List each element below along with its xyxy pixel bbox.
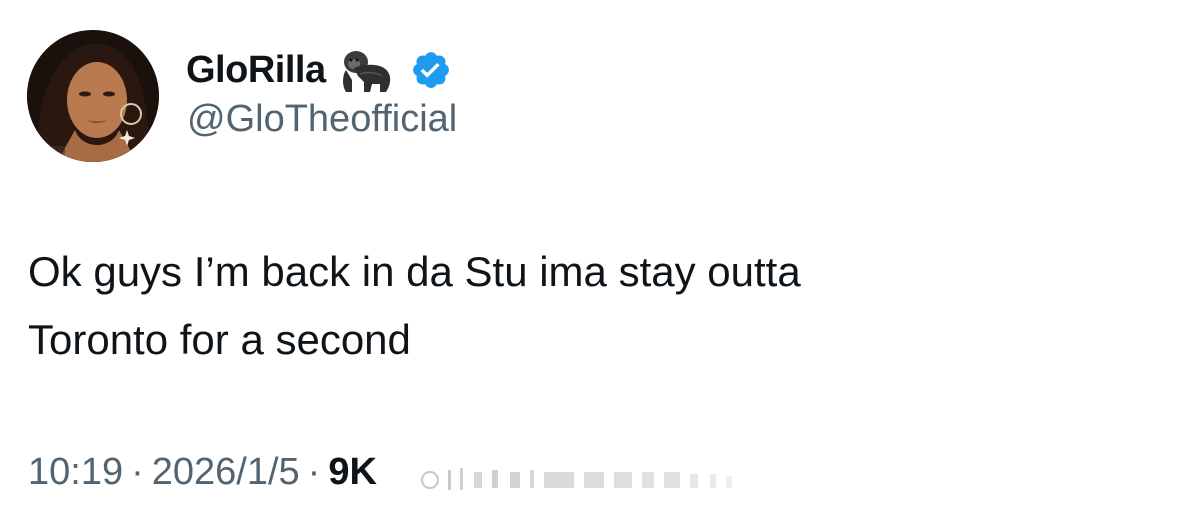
display-name[interactable]: GloRilla [186,49,326,92]
tweet-text: Ok guys I’m back in da Stu ima stay outt… [28,238,1148,374]
watermark [421,468,732,490]
tweet-card: GloRilla @GloTheofficial Ok guys I’m bac… [0,0,1179,514]
gorilla-icon [342,51,390,92]
avatar[interactable] [27,30,159,162]
tweet-text-line-2: Toronto for a second [28,316,411,363]
meta-separator: · [131,450,144,493]
views-count[interactable]: 9K [328,451,377,494]
author-handle[interactable]: @GloTheofficial [187,98,457,141]
verified-icon [412,52,449,88]
tweet-time[interactable]: 10:19 [28,451,123,494]
tweet-date[interactable]: 2026/1/5 [152,451,300,494]
author-name-row: GloRilla [186,44,452,96]
tweet-text-line-1: Ok guys I’m back in da Stu ima stay outt… [28,248,801,295]
tweet-meta: 10:19 · 2026/1/5 · 9K [28,448,377,496]
avatar-image [27,30,159,162]
meta-separator: · [307,450,321,493]
